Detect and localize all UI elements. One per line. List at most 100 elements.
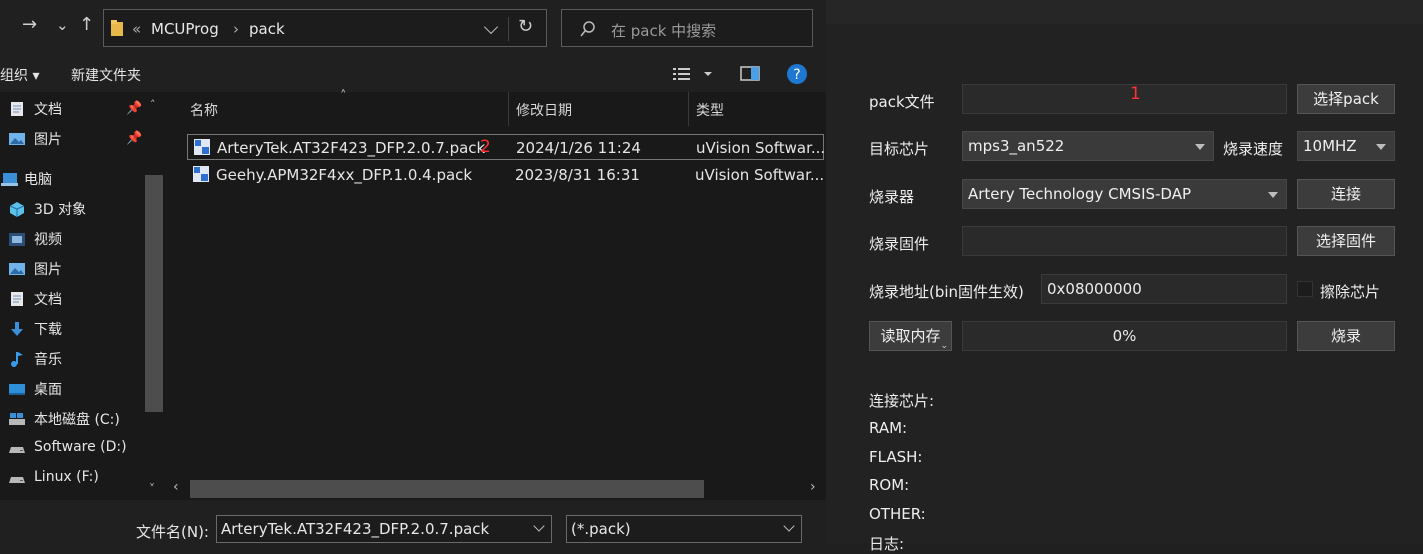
horizontal-scrollbar-thumb[interactable] — [190, 480, 704, 498]
sidebar-item-drive-f[interactable]: Linux (F:) — [8, 469, 99, 493]
file-type: uVision Softwar... — [695, 166, 825, 184]
drive-icon — [9, 447, 25, 453]
select-firmware-button[interactable]: 选择固件 — [1297, 226, 1395, 256]
navigation-scrollbar-thumb[interactable] — [145, 175, 163, 412]
organize-menu[interactable]: 组织 ▾ — [0, 65, 39, 85]
music-icon — [11, 352, 23, 367]
address-toolbar: → ⌄ ↑ « MCUProg › pack ↻ 在 pack 中搜索 — [0, 0, 826, 56]
file-row-arterytek[interactable]: ArteryTek.AT32F423_DFP.2.0.7.pack 2024/1… — [187, 134, 825, 160]
mcu-programmer-window: pack文件 1 选择pack 目标芯片 mps3_an522 烧录速度 10M… — [826, 0, 1423, 553]
file-name: Geehy.APM32F4xx_DFP.1.0.4.pack — [216, 166, 473, 184]
pack-file-icon — [194, 139, 210, 155]
sidebar-item-this-pc[interactable]: 电脑 — [0, 169, 52, 193]
sidebar-item-videos[interactable]: 视频 — [8, 229, 62, 253]
erase-chip-label: 擦除芯片 — [1320, 283, 1381, 301]
pin-icon[interactable]: 📌 — [126, 101, 142, 116]
folder-icon — [111, 20, 123, 36]
firmware-input[interactable] — [962, 226, 1287, 256]
log-label: 日志: — [869, 535, 905, 553]
sidebar-item-drive-d[interactable]: Software (D:) — [8, 439, 127, 463]
breadcrumb-overflow[interactable]: « — [132, 20, 141, 38]
document-icon — [11, 102, 23, 116]
burn-button[interactable]: 烧录 — [1297, 321, 1395, 351]
document-icon — [11, 292, 23, 306]
probe-select[interactable]: Artery Technology CMSIS-DAP — [962, 179, 1287, 209]
pack-file-label: pack文件 — [869, 93, 935, 111]
sidebar-item-pictures-pinned[interactable]: 图片 — [8, 129, 62, 153]
address-dropdown-icon[interactable] — [483, 19, 499, 35]
scroll-right-icon[interactable]: › — [810, 479, 816, 495]
recent-locations-button[interactable]: ⌄ — [56, 16, 69, 34]
ram-label: RAM: — [869, 419, 908, 437]
breadcrumb-mcuprog[interactable]: MCUProg — [151, 20, 219, 38]
column-header-modified[interactable]: 修改日期 — [516, 100, 572, 120]
desktop-icon — [9, 384, 25, 395]
pin-icon[interactable]: 📌 — [126, 131, 142, 146]
sidebar-item-music[interactable]: 音乐 — [8, 349, 62, 373]
sort-ascending-icon: ˄ — [340, 89, 347, 104]
burn-progress-bar: 0% — [962, 321, 1287, 351]
sidebar-item-drive-c[interactable]: 本地磁盘 (C:) — [8, 409, 120, 433]
new-folder-button[interactable]: 新建文件夹 — [71, 65, 141, 85]
sidebar-item-pictures[interactable]: 图片 — [8, 259, 62, 283]
filename-input[interactable]: ArteryTek.AT32F423_DFP.2.0.7.pack — [216, 515, 552, 543]
command-bar: 组织 ▾ 新建文件夹 ? — [0, 56, 826, 92]
file-modified: 2023/8/31 16:31 — [515, 166, 640, 184]
speed-label: 烧录速度 — [1223, 140, 1284, 158]
filename-label: 文件名(N): — [136, 523, 209, 541]
chevron-down-icon — [1268, 192, 1278, 198]
drive-icon — [9, 413, 25, 425]
chevron-down-icon — [1195, 144, 1205, 150]
preview-pane-icon[interactable] — [740, 65, 760, 83]
download-icon — [11, 322, 23, 336]
chevron-down-icon — [1376, 144, 1386, 150]
erase-chip-checkbox[interactable] — [1297, 281, 1313, 297]
computer-icon — [1, 173, 18, 186]
sidebar-item-documents[interactable]: 文档 — [8, 289, 62, 313]
breadcrumb-pack[interactable]: pack — [249, 20, 285, 38]
up-button[interactable]: ↑ — [79, 14, 94, 35]
scroll-left-icon[interactable]: ‹ — [173, 479, 179, 495]
sidebar-item-3d-objects[interactable]: 3D 对象 — [8, 199, 86, 223]
pictures-icon — [9, 263, 25, 275]
speed-select[interactable]: 10MHZ — [1297, 131, 1395, 161]
address-bar[interactable]: « MCUProg › pack ↻ — [103, 9, 547, 47]
forward-button[interactable]: → — [22, 14, 37, 35]
target-chip-select[interactable]: mps3_an522 — [962, 131, 1214, 161]
chevron-down-icon: ⌄ — [940, 341, 948, 351]
annotation-marker-1: 1 — [1130, 84, 1141, 104]
pack-file-input[interactable] — [962, 84, 1287, 114]
select-pack-button[interactable]: 选择pack — [1297, 84, 1395, 114]
search-icon — [580, 21, 595, 37]
search-input[interactable]: 在 pack 中搜索 — [561, 9, 813, 47]
refresh-icon[interactable]: ↻ — [518, 16, 533, 37]
progress-text: 0% — [1112, 327, 1137, 345]
read-memory-button[interactable]: 读取内存 ⌄ — [869, 321, 952, 351]
help-icon[interactable]: ? — [786, 63, 808, 85]
scroll-up-icon[interactable]: ˄ — [150, 98, 156, 111]
pictures-icon — [9, 133, 25, 145]
burn-address-label: 烧录地址(bin固件生效) — [869, 283, 1024, 301]
sidebar-item-downloads[interactable]: 下载 — [8, 319, 62, 343]
filename-dropdown-icon[interactable] — [533, 520, 545, 532]
file-type-filter[interactable]: (*.pack) — [566, 515, 802, 543]
view-options-icon[interactable] — [672, 66, 712, 82]
breadcrumb-separator: › — [233, 20, 239, 38]
scroll-down-icon[interactable]: ˅ — [149, 482, 155, 496]
probe-label: 烧录器 — [869, 188, 915, 206]
column-header-type[interactable]: 类型 — [696, 100, 724, 120]
app-top-strip — [826, 0, 1423, 24]
burn-address-input[interactable]: 0x08000000 — [1041, 274, 1287, 304]
file-row-geehy[interactable]: Geehy.APM32F4xx_DFP.1.0.4.pack 2023/8/31… — [187, 162, 824, 188]
firmware-label: 烧录固件 — [869, 235, 930, 253]
filter-dropdown-icon[interactable] — [783, 520, 795, 532]
sidebar-item-documents-pinned[interactable]: 文档 — [8, 99, 62, 123]
3d-objects-icon — [9, 202, 25, 217]
column-header-name[interactable]: 名称 — [190, 100, 218, 120]
connect-button[interactable]: 连接 — [1297, 179, 1395, 209]
pack-file-icon — [193, 166, 209, 182]
target-chip-label: 目标芯片 — [869, 140, 930, 158]
sidebar-item-desktop[interactable]: 桌面 — [8, 379, 62, 403]
file-open-dialog: → ⌄ ↑ « MCUProg › pack ↻ 在 pack 中搜索 组织 ▾… — [0, 0, 826, 543]
rom-label: ROM: — [869, 476, 910, 494]
